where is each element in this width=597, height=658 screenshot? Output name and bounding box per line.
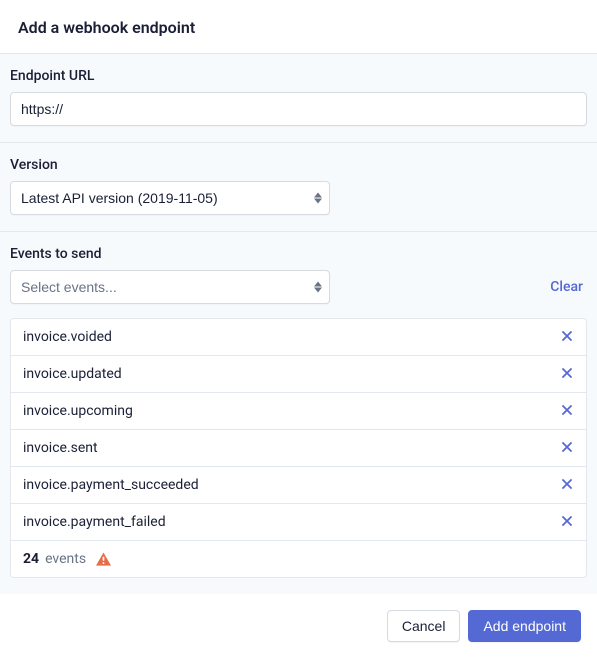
remove-event-button[interactable] [560,364,574,384]
endpoint-section: Endpoint URL [0,54,597,143]
event-item-label: invoice.upcoming [23,403,133,419]
version-section: Version Latest API version (2019-11-05) [0,143,597,232]
remove-event-button[interactable] [560,438,574,458]
events-select[interactable]: Select events... [10,270,330,304]
remove-event-button[interactable] [560,327,574,347]
event-item-label: invoice.updated [23,366,122,382]
dialog-header: Add a webhook endpoint [0,0,597,54]
event-item: invoice.payment_failed [11,504,586,541]
event-item: invoice.updated [11,356,586,393]
event-item-label: invoice.voided [23,329,112,345]
event-count-label: events [45,551,86,567]
event-summary: 24 events [11,541,586,577]
event-item: invoice.voided [11,319,586,356]
endpoint-url-label: Endpoint URL [10,68,587,84]
close-icon [562,440,572,456]
version-selected-value: Latest API version (2019-11-05) [21,190,218,206]
remove-event-button[interactable] [560,401,574,421]
event-list: invoice.voided invoice.updated invoice.upc… [10,318,587,578]
cancel-button[interactable]: Cancel [387,610,461,642]
close-icon [562,329,572,345]
clear-events-link[interactable]: Clear [550,279,587,295]
close-icon [562,514,572,530]
event-item: invoice.sent [11,430,586,467]
warning-icon [96,552,111,566]
dialog-title: Add a webhook endpoint [18,18,579,37]
event-count: 24 [23,551,39,567]
events-section: Events to send Select events... Clear in… [0,232,597,594]
event-item-label: invoice.payment_succeeded [23,477,199,493]
events-label: Events to send [10,246,587,262]
version-label: Version [10,157,587,173]
close-icon [562,477,572,493]
add-endpoint-button[interactable]: Add endpoint [468,610,581,642]
event-item-label: invoice.sent [23,440,98,456]
event-item-label: invoice.payment_failed [23,514,166,530]
close-icon [562,403,572,419]
endpoint-url-input[interactable] [10,92,587,126]
events-select-placeholder: Select events... [21,279,117,295]
remove-event-button[interactable] [560,475,574,495]
version-select[interactable]: Latest API version (2019-11-05) [10,181,330,215]
remove-event-button[interactable] [560,512,574,532]
dialog-footer: Cancel Add endpoint [0,594,597,658]
event-item: invoice.payment_succeeded [11,467,586,504]
close-icon [562,366,572,382]
event-item: invoice.upcoming [11,393,586,430]
